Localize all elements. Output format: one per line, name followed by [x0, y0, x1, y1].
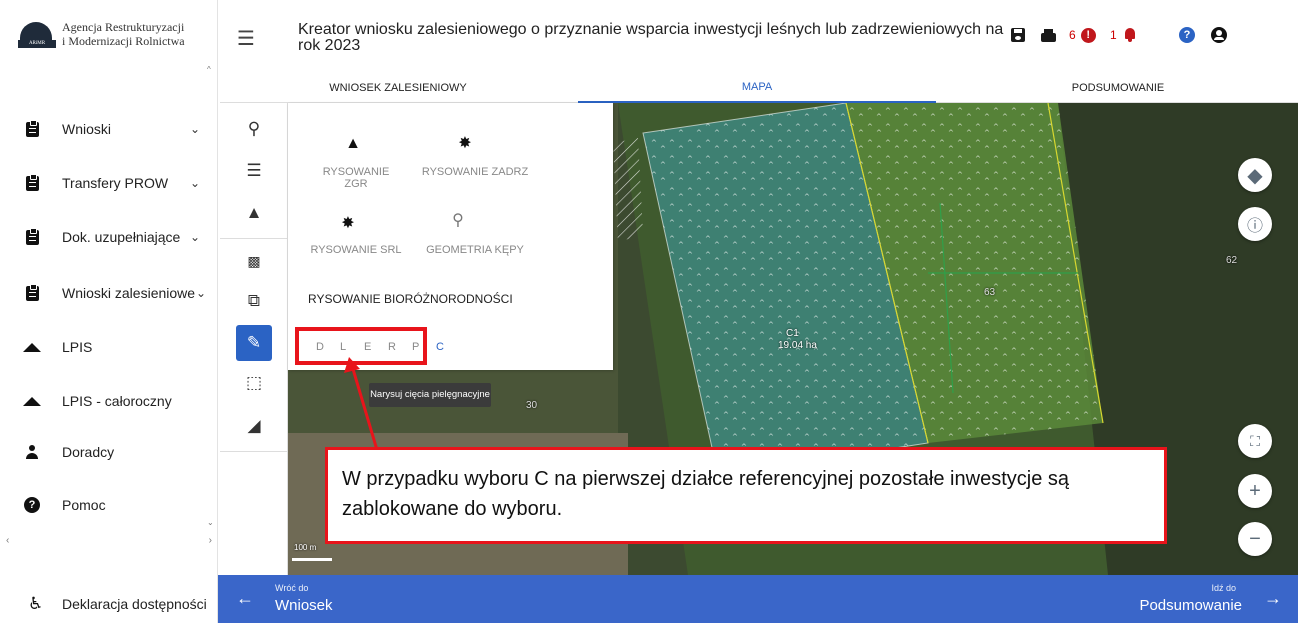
geometria-kepy-option[interactable]: GEOMETRIA KĘPY: [420, 244, 530, 256]
tab-bar: WNIOSEK ZALESIENIOWY MAPA PODSUMOWANIE: [220, 72, 1298, 103]
accessibility-declaration-link[interactable]: ♿ Deklaracja dostępności: [0, 590, 218, 623]
next-button[interactable]: Podsumowanie: [1139, 597, 1242, 614]
sidebar-scroll-up-icon[interactable]: ^: [207, 65, 211, 74]
seedling-icon: ✸: [341, 215, 355, 232]
callout-text: W przypadku wyboru C na pierwszej działc…: [342, 468, 1069, 520]
map-toolbar: ⚲ ☰ ▲ ▩ ⧉ ✎ ⬚ ◢: [220, 103, 288, 575]
agency-logo[interactable]: ARiMR Agencja Restrukturyzacji i Moderni…: [18, 20, 185, 48]
sidebar-item-label: LPIS - całoroczny: [62, 393, 172, 409]
page-title: Kreator wniosku zalesieniowego o przyzna…: [298, 21, 1004, 54]
callout-arrow: [344, 357, 379, 451]
question-icon: ?: [24, 497, 40, 513]
biodiversity-title: RYSOWANIE BIORÓŻNORODNOŚCI: [308, 292, 513, 306]
fullscreen-icon[interactable]: ⛶: [1238, 424, 1272, 458]
chevron-down-icon: ⌄: [190, 230, 201, 244]
layers-icon[interactable]: ◆: [1238, 158, 1272, 192]
parcel-label-63: 63: [984, 287, 996, 298]
sidebar-item-label: Wnioski zalesieniowe: [62, 285, 196, 301]
sprout-icon: ✸: [458, 135, 472, 152]
app-root: ARiMR Agencja Restrukturyzacji i Moderni…: [0, 0, 1298, 623]
help-icon[interactable]: ?: [1179, 24, 1195, 46]
person-icon: [24, 444, 40, 460]
plot-area-label: 19.04 ha: [778, 340, 817, 351]
error-count: 6: [1069, 28, 1076, 42]
sidebar-item-doradcy[interactable]: Doradcy: [0, 437, 212, 467]
tab-podsumowanie[interactable]: PODSUMOWANIE: [938, 72, 1298, 103]
clipboard-icon: [24, 283, 40, 301]
draw-srl-option[interactable]: RYSOWANIE SRL: [310, 244, 402, 256]
info-icon[interactable]: ⓘ: [1238, 207, 1272, 241]
chevron-down-icon: ⌄: [196, 286, 207, 300]
notification-count: 1: [1110, 28, 1117, 42]
notifications-indicator[interactable]: 1: [1110, 24, 1136, 46]
sidebar-item-label: Doradcy: [62, 444, 115, 460]
tab-wniosek-zalesieniowy[interactable]: WNIOSEK ZALESIENIOWY: [220, 72, 576, 103]
bell-icon: [1124, 28, 1136, 42]
clipboard-icon: [24, 173, 40, 191]
tree-icon: ▲: [345, 135, 361, 152]
clipboard-icon: [24, 119, 40, 137]
sidebar: ARiMR Agencja Restrukturyzacji i Moderni…: [0, 0, 218, 623]
next-caption: Idź do: [1211, 583, 1236, 593]
mountain-icon: [23, 393, 41, 409]
scroll-left-icon[interactable]: ‹: [6, 535, 9, 547]
sidebar-scroll-down-icon[interactable]: ⌄: [207, 518, 214, 527]
sidebar-item-label: Dok. uzupełniające: [62, 229, 181, 245]
select-area-icon[interactable]: ▩: [236, 243, 272, 279]
search-icon[interactable]: ⚲: [236, 111, 272, 147]
bottom-nav-bar: ← Wróć do Wniosek Idź do Podsumowanie →: [218, 575, 1298, 623]
chevron-down-icon: ⌄: [190, 122, 201, 136]
pin-icon: ⚲: [452, 212, 464, 229]
pencil-icon[interactable]: ✎: [236, 325, 272, 361]
tab-mapa[interactable]: MAPA: [578, 72, 936, 103]
menu-icon[interactable]: ☰: [237, 26, 255, 51]
sidebar-item-lpis-caloroczny[interactable]: LPIS - całoroczny: [0, 386, 212, 416]
parcel-label-62: 62: [1226, 255, 1238, 266]
plot-label: C1: [786, 328, 799, 339]
sidebar-item-label: Wnioski: [62, 121, 112, 137]
save-icon[interactable]: [1011, 24, 1025, 46]
back-button[interactable]: Wniosek: [275, 597, 333, 614]
sidebar-item-wnioski[interactable]: Wnioski ⌄: [0, 114, 212, 144]
mountain-icon: [23, 339, 41, 355]
letter-c-button[interactable]: C: [436, 341, 444, 353]
draw-zgr-option[interactable]: RYSOWANIE ZGR: [310, 166, 402, 190]
bounding-box-icon[interactable]: ⬚: [236, 365, 272, 401]
arrow-right-icon[interactable]: →: [1264, 588, 1282, 609]
zoom-in-icon[interactable]: +: [1238, 474, 1272, 508]
sidebar-item-label: LPIS: [62, 339, 93, 355]
sidebar-item-label: Transfery PROW: [62, 175, 169, 191]
scale-label: 100 m: [294, 543, 317, 552]
sidebar-item-label: Pomoc: [62, 497, 106, 513]
brand-line-2: i Modernizacji Rolnictwa: [62, 34, 185, 48]
print-icon[interactable]: [1041, 24, 1056, 46]
scroll-right-icon[interactable]: ›: [209, 535, 212, 547]
sidebar-item-lpis[interactable]: LPIS: [0, 332, 212, 362]
sidebar-item-wnioski-zalesieniowe[interactable]: Wnioski zalesieniowe ⌄: [0, 278, 212, 308]
copy-geometry-icon[interactable]: ⧉: [236, 283, 272, 319]
sidebar-item-pomoc[interactable]: ? Pomoc: [0, 490, 212, 520]
forest-icon[interactable]: ▲: [236, 195, 272, 231]
error-icon: !: [1080, 27, 1096, 43]
parcel-label-30: 30: [526, 400, 538, 411]
accessibility-label: Deklaracja dostępności: [62, 596, 207, 612]
arimr-logo-icon: ARiMR: [18, 20, 56, 48]
callout-box: W przypadku wyboru C na pierwszej działc…: [325, 447, 1167, 544]
user-icon[interactable]: [1211, 24, 1227, 46]
measure-icon[interactable]: ◢: [236, 408, 272, 444]
draw-zadrz-option[interactable]: RYSOWANIE ZADRZ: [420, 166, 530, 178]
back-caption: Wróć do: [275, 583, 309, 593]
brand-line-1: Agencja Restrukturyzacji: [62, 20, 185, 34]
zoom-out-icon[interactable]: −: [1238, 522, 1272, 556]
sidebar-item-dok-uzupelniajace[interactable]: Dok. uzupełniające ⌄: [0, 222, 212, 252]
clipboard-icon: [24, 227, 40, 245]
errors-indicator[interactable]: 6 !: [1069, 24, 1096, 46]
arrow-left-icon[interactable]: ←: [236, 588, 254, 609]
sidebar-horizontal-scrollbar[interactable]: ‹ ›: [6, 535, 212, 547]
chevron-down-icon: ⌄: [190, 176, 201, 190]
list-icon[interactable]: ☰: [236, 153, 272, 189]
wheelchair-icon: ♿: [28, 594, 44, 613]
sidebar-item-transfery-prow[interactable]: Transfery PROW ⌄: [0, 168, 212, 198]
